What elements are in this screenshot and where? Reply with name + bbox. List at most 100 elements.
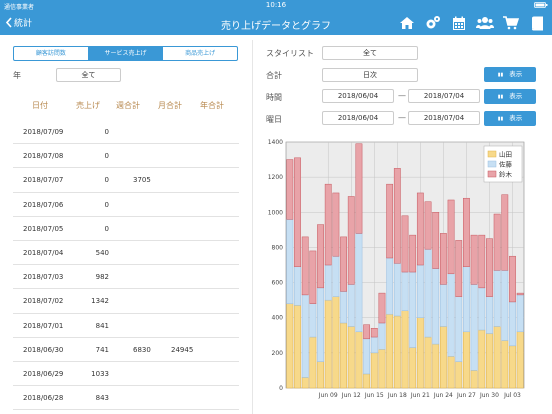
stylist-select[interactable]: 全て	[322, 46, 418, 60]
bar-segment	[447, 356, 455, 389]
table-row[interactable]: 2018/06/29 1033	[13, 362, 239, 387]
tab-customer-visits[interactable]: 顧客訪問数	[14, 47, 89, 60]
table-row[interactable]: 2018/06/28 843	[13, 386, 239, 411]
calendar-icon[interactable]	[450, 14, 468, 32]
legend-label: 山田	[499, 150, 512, 159]
bar-segment	[455, 240, 463, 297]
y-tick-label: 0	[279, 385, 283, 392]
cell-week-total: 6830	[133, 345, 151, 354]
tab-service-sales[interactable]: サービス売上げ	[88, 47, 164, 60]
table-row[interactable]: 2018/07/09 0	[13, 120, 239, 145]
legend-swatch	[487, 150, 497, 158]
bar-segment	[470, 370, 478, 389]
bar-segment	[416, 192, 424, 266]
cell-month-total: 24945	[171, 345, 194, 354]
legend-swatch	[487, 160, 497, 168]
bar-segment	[301, 236, 309, 296]
bar-segment	[409, 347, 417, 389]
bar-segment	[309, 336, 317, 389]
table-row[interactable]: 2018/07/06 0	[13, 193, 239, 217]
bar-segment	[324, 183, 332, 266]
time-to-field[interactable]: 2018/07/04	[408, 89, 480, 103]
bar-segment	[294, 305, 301, 389]
time-from-field[interactable]: 2018/06/04	[322, 89, 394, 103]
table-row[interactable]: 2018/07/04 540	[13, 241, 239, 266]
weekday-from-field[interactable]: 2018/06/04	[322, 111, 394, 125]
bar-segment	[294, 266, 301, 306]
weekday-to-field[interactable]: 2018/07/04	[408, 111, 480, 125]
bar-segment	[509, 345, 516, 389]
bar-segment	[416, 317, 424, 389]
bar-segment	[324, 264, 332, 301]
bar-segment	[363, 324, 371, 340]
cell-sales: 741	[95, 345, 109, 354]
home-icon[interactable]	[398, 14, 416, 32]
bar-segment	[370, 328, 378, 338]
x-tick-label: Jun 15	[364, 392, 384, 399]
bar-segment	[501, 194, 509, 271]
y-tick-label: 800	[272, 244, 284, 251]
table-row[interactable]: 2018/06/30 741 6830 24945	[13, 338, 239, 362]
settings-icon[interactable]	[424, 14, 442, 32]
bar-segment	[301, 377, 309, 389]
total-label: 合計	[266, 71, 282, 80]
table-row[interactable]: 2018/07/05 0	[13, 217, 239, 241]
x-tick-label: Jun 24	[433, 392, 453, 399]
bar-segment	[286, 303, 294, 389]
bar-segment	[370, 352, 378, 389]
chart-icon: ▮▮	[497, 94, 504, 100]
book-icon[interactable]	[528, 14, 546, 32]
cell-sales: 1342	[91, 297, 109, 306]
cell-sales: 0	[104, 128, 109, 136]
panel-divider	[252, 40, 253, 414]
bar-segment	[416, 264, 424, 318]
bar-segment	[478, 234, 486, 289]
tab-product-sales[interactable]: 商品売上げ	[163, 47, 237, 60]
bar-segment	[455, 361, 463, 389]
show-button-label: 表示	[509, 70, 523, 78]
range-separator: —	[398, 91, 406, 100]
table-row[interactable]: 2018/07/08 0	[13, 144, 239, 169]
total-select[interactable]: 日次	[322, 68, 418, 82]
cell-date: 2018/07/07	[23, 176, 64, 185]
table-row[interactable]: 2018/07/02 1342	[13, 289, 239, 314]
cell-sales: 843	[95, 394, 109, 403]
status-bar: 通信事業者 10:16	[0, 0, 552, 11]
bar-segment	[386, 257, 394, 315]
bar-segment	[294, 157, 301, 268]
users-icon[interactable]	[476, 14, 494, 32]
category-tabs: 顧客訪問数 サービス売上げ 商品売上げ	[13, 46, 238, 61]
bar-segment	[393, 262, 401, 317]
cell-date: 2018/06/28	[23, 394, 64, 403]
bar-segment	[286, 159, 294, 220]
cell-date: 2018/07/04	[23, 248, 64, 257]
col-header-month: 月合計	[158, 101, 182, 110]
bar-segment	[401, 310, 409, 389]
cell-week-total: 3705	[133, 176, 151, 185]
cart-icon[interactable]	[502, 14, 520, 32]
year-select[interactable]: 全て	[56, 68, 121, 82]
bar-segment	[463, 266, 470, 333]
cell-sales: 0	[104, 152, 109, 161]
stylist-label: スタイリスト	[266, 49, 314, 58]
clock: 10:16	[265, 1, 287, 9]
bar-segment	[463, 331, 470, 389]
bar-segment	[378, 292, 386, 324]
bar-segment	[486, 296, 493, 334]
bar-segment	[317, 224, 324, 289]
show-weekday-button[interactable]: ▮▮ 表示	[484, 111, 536, 126]
bar-segment	[432, 268, 440, 345]
y-tick-label: 200	[272, 350, 284, 357]
show-time-button[interactable]: ▮▮ 表示	[484, 89, 536, 104]
table-row[interactable]: 2018/07/03 982	[13, 265, 239, 290]
bar-segment	[509, 255, 516, 303]
cell-date: 2018/06/29	[23, 369, 64, 378]
bar-segment	[393, 168, 401, 264]
bar-segment	[370, 336, 378, 354]
x-tick-label: Jun 21	[410, 392, 430, 399]
table-row[interactable]: 2018/07/01 841	[13, 314, 239, 338]
x-tick-label: Jun 27	[456, 392, 476, 399]
table-row[interactable]: 2018/07/07 0 3705	[13, 168, 239, 193]
chart-icon: ▮▮	[497, 72, 504, 78]
show-total-button[interactable]: ▮▮ 表示	[484, 67, 536, 82]
